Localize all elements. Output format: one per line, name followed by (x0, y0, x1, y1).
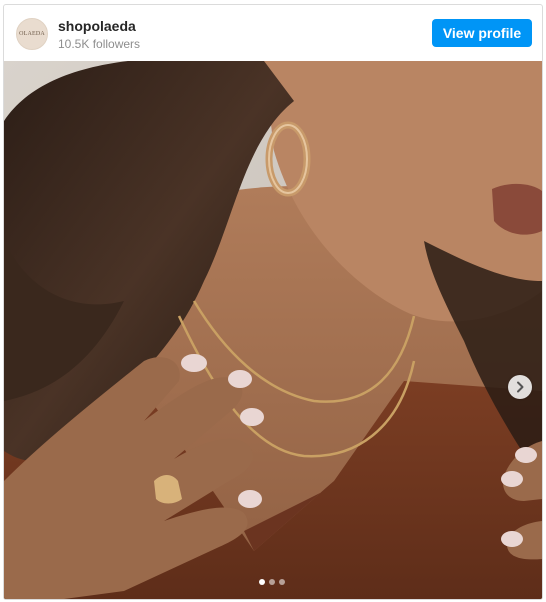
post-header: OLAEDA shopolaeda 10.5K followers View p… (4, 5, 542, 61)
carousel-dot-1 (259, 579, 265, 585)
post-photo (4, 61, 542, 599)
chevron-right-icon (517, 381, 524, 393)
next-slide-button[interactable] (508, 375, 532, 399)
avatar[interactable]: OLAEDA (16, 18, 48, 50)
view-profile-button[interactable]: View profile (432, 19, 532, 47)
post-image[interactable] (4, 61, 542, 599)
carousel-indicator (259, 579, 285, 585)
instagram-embed-card: OLAEDA shopolaeda 10.5K followers View p… (3, 4, 543, 600)
follower-count: 10.5K followers (58, 37, 141, 51)
carousel-dot-2 (269, 579, 275, 585)
username[interactable]: shopolaeda (58, 18, 136, 34)
carousel-dot-3 (279, 579, 285, 585)
